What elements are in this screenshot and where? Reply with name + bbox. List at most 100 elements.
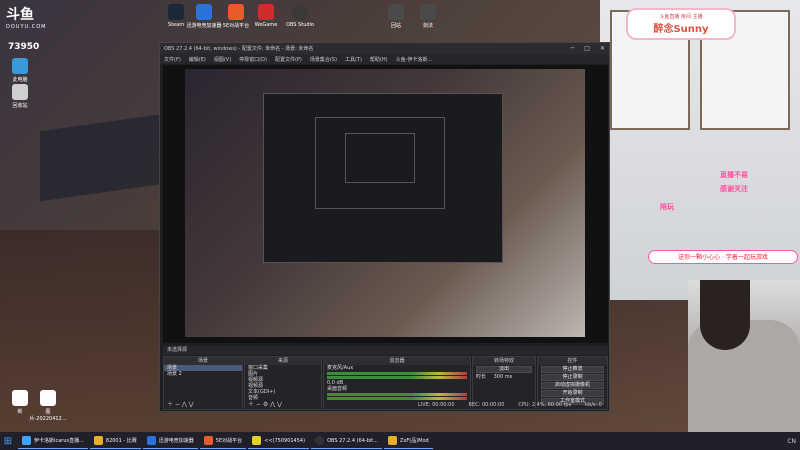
menu-profile[interactable]: 配置文件(P) <box>275 56 302 63</box>
duration-input[interactable]: 300 ms <box>494 374 513 380</box>
desktop-icon-label: 此电脑 <box>12 77 28 83</box>
stop-stream-button[interactable]: 停止推流 <box>541 366 604 373</box>
obs-statusbar: LIVE: 00:00:00 REC: 00:00:00 CPU: 2.4%, … <box>163 401 608 409</box>
obs-preview[interactable] <box>163 65 608 343</box>
start-recording-button[interactable]: 开始录制 <box>541 390 604 397</box>
badge-subtitle: 斗鱼直播 房间 主播 <box>659 14 703 20</box>
menu-view[interactable]: 视图(V) <box>214 56 231 63</box>
platform-logo: 斗鱼 DOUYU.COM <box>6 4 58 30</box>
bitrate: kb/s: 0 <box>585 402 602 408</box>
audio-meter <box>327 393 467 396</box>
desktop-icon-label: OBS Studio <box>286 22 314 28</box>
app-icon <box>93 436 103 445</box>
taskbar-label: OBS 27.2.4 (64-bit... <box>327 437 379 444</box>
steam-icon <box>168 4 184 20</box>
desktop-icon-label: 剑法 <box>422 23 433 29</box>
taskbar-item[interactable]: OBS 27.2.4 (64-bit... <box>311 433 383 449</box>
folder-icon <box>388 436 398 445</box>
taskbar-item[interactable]: 5E对战平台 <box>199 433 247 449</box>
scene-item[interactable]: 场景 2 <box>164 371 242 377</box>
obs-title: OBS 27.2.4 (64-bit, windows) - 配置文件: 未命名… <box>164 46 314 52</box>
mixer-title: 混音器 <box>324 357 470 365</box>
desktop-icon-7[interactable]: 剑法 <box>408 4 448 29</box>
taskbar-label: 伊卡洛斯Icarus直播... <box>34 438 84 444</box>
menu-scene-collection[interactable]: 场景集合(S) <box>310 56 337 63</box>
app-icon <box>420 4 436 20</box>
taskbar-item[interactable]: 伊卡洛斯Icarus直播... <box>18 433 88 449</box>
desktop-icon-label: 图片-20220412... <box>29 409 67 422</box>
obs-window[interactable]: OBS 27.2.4 (64-bit, windows) - 配置文件: 未命名… <box>159 42 610 412</box>
preview-canvas <box>185 69 585 337</box>
menu-docks[interactable]: 停靠窗口(D) <box>239 56 267 63</box>
live-timer: LIVE: 00:00:00 <box>417 402 455 408</box>
taskbar-item[interactable]: 迅游电竞加速器 <box>142 433 198 449</box>
streamer-badge: 斗鱼直播 房间 主播 醉念Sunny <box>626 8 736 40</box>
mixer-track-name: 麦克风/Aux <box>327 365 354 371</box>
cpu-usage: CPU: 2.4%, 60.00 fps <box>518 402 572 408</box>
desktop-icon-image[interactable]: 图片-20220412... <box>28 390 68 422</box>
xunyou-icon <box>146 436 156 445</box>
duration-label: 时长 <box>476 374 487 380</box>
5e-icon <box>203 436 213 445</box>
xunyou-icon <box>196 4 212 20</box>
maximize-icon[interactable]: □ <box>584 45 590 52</box>
rec-timer: REC: 00:00:00 <box>468 402 505 408</box>
virtual-camera-button[interactable]: 启动虚拟摄像机 <box>541 382 604 389</box>
overlay-tag: 感谢关注 <box>720 185 748 193</box>
start-icon[interactable]: ⊞ <box>0 432 16 450</box>
taskbar-label: ZxF(品)Mod <box>400 438 429 444</box>
menu-help[interactable]: 帮助(H) <box>370 56 388 63</box>
controls-title: 控件 <box>538 357 607 365</box>
desktop-icon-label: Steam <box>167 22 185 28</box>
desktop-background: 斗鱼 DOUYU.COM 73950 此电脑 回收站 Steam 迅游电竞加速器… <box>0 0 800 432</box>
sources-title: 来源 <box>245 357 321 365</box>
overlay-tags: 直播不易 感谢关注 陪玩 <box>660 170 800 212</box>
taskbar-label: <<(750901454) <box>264 437 306 444</box>
desktop-icon-this-pc[interactable]: 此电脑 <box>0 58 40 83</box>
mixer-track-name: 桌面音频 <box>327 386 348 392</box>
nested-obs-3 <box>345 133 415 183</box>
obs-icon <box>315 436 325 445</box>
transition-select[interactable]: 淡出 <box>476 366 532 373</box>
taskbar: ⊞ 伊卡洛斯Icarus直播... 82001 - 比赛 迅游电竞加速器 5E对… <box>0 432 800 450</box>
audio-meter <box>327 397 467 400</box>
no-source-selected: 未选择源 <box>163 346 608 355</box>
taskbar-label: 82001 - 比赛 <box>105 438 137 444</box>
minimize-icon[interactable]: ─ <box>571 45 575 52</box>
menu-tools[interactable]: 工具(T) <box>345 56 362 63</box>
obs-menubar: 文件(F) 编辑(E) 视图(V) 停靠窗口(D) 配置文件(P) 场景集合(S… <box>160 54 609 64</box>
desktop-icon-obs[interactable]: OBS Studio <box>280 4 320 28</box>
system-tray[interactable]: CN <box>787 438 800 445</box>
transition-duration-row: 时长 300 ms <box>473 374 535 380</box>
image-file-icon <box>40 390 56 406</box>
badge-name: 醉念Sunny <box>653 24 709 35</box>
qq-icon <box>252 436 262 445</box>
overlay-tag: 陪玩 <box>660 203 674 211</box>
desktop-icon-label: 回站 <box>390 23 401 29</box>
wegame-icon <box>258 4 274 20</box>
audio-meter <box>327 372 467 375</box>
taskbar-label: 迅游电竞加速器 <box>158 438 194 444</box>
obs-icon <box>292 4 308 20</box>
desktop-icon-recycle[interactable]: 回收站 <box>0 84 40 109</box>
obs-titlebar[interactable]: OBS 27.2.4 (64-bit, windows) - 配置文件: 未命名… <box>160 43 609 54</box>
menu-file[interactable]: 文件(F) <box>164 56 181 63</box>
scenes-title: 场景 <box>164 357 242 365</box>
platform-sub: DOUYU.COM <box>6 24 47 30</box>
promo-banner: 送你一颗小心心 · 学着一起玩游戏 <box>648 250 798 264</box>
streamer-photo <box>688 280 800 432</box>
room-number: 73950 <box>8 42 40 52</box>
transitions-title: 转场特效 <box>473 357 535 365</box>
stop-recording-button[interactable]: 停止录制 <box>541 374 604 381</box>
overlay-tag: 直播不易 <box>720 171 748 179</box>
menu-extra[interactable]: 斗鱼-伊卡洛斯... <box>396 56 433 63</box>
taskbar-item[interactable]: ZxF(品)Mod <box>384 433 433 449</box>
app-icon <box>388 4 404 20</box>
taskbar-item[interactable]: 82001 - 比赛 <box>89 433 141 449</box>
menu-edit[interactable]: 编辑(E) <box>189 56 206 63</box>
close-icon[interactable]: ✕ <box>600 45 605 52</box>
taskbar-item[interactable]: <<(750901454) <box>248 433 310 449</box>
desktop-icon-label: 新 <box>17 409 23 415</box>
audio-meter <box>327 376 467 379</box>
5e-icon <box>228 4 244 20</box>
